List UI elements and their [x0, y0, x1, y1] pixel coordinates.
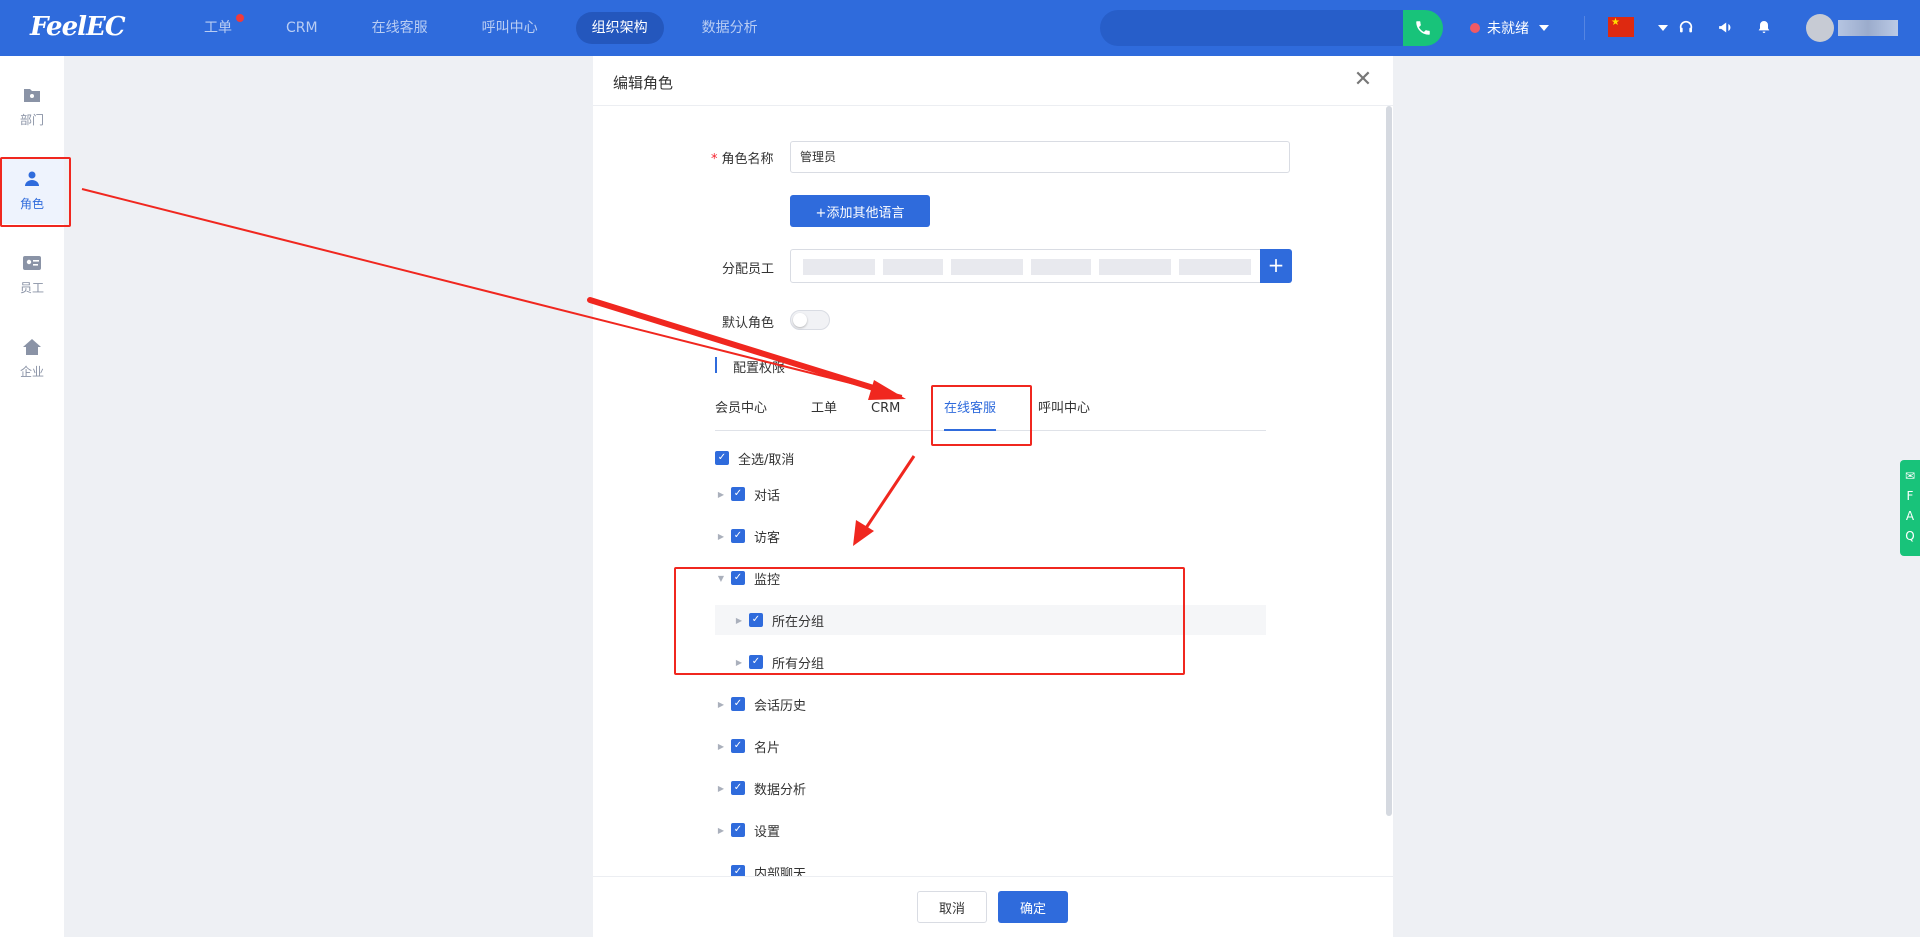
- checkbox-checked[interactable]: ✓: [731, 529, 745, 543]
- caret-right-icon[interactable]: ▶: [715, 784, 727, 793]
- annotation-box-online-tab: [931, 385, 1032, 446]
- staff-chip-blurred: [1099, 259, 1171, 275]
- assign-staff-label: 分配员工: [722, 262, 775, 277]
- notification-dot: [236, 14, 244, 22]
- caret-right-icon[interactable]: ▶: [715, 700, 727, 709]
- default-role-toggle[interactable]: [790, 310, 830, 330]
- phone-icon: [1416, 21, 1430, 35]
- tab-crm[interactable]: CRM: [871, 396, 900, 431]
- nav-item-crm[interactable]: CRM: [270, 12, 334, 44]
- tree-row[interactable]: ▶ ✓ 访客: [715, 521, 1266, 551]
- default-role-label: 默认角色: [722, 316, 775, 331]
- staff-chip-blurred: [1179, 259, 1251, 275]
- tab-call-center[interactable]: 呼叫中心: [1038, 396, 1090, 431]
- tree-row[interactable]: ▶ ✓ 对话: [715, 479, 1266, 509]
- scrollbar[interactable]: [1386, 106, 1392, 816]
- tree-row[interactable]: ▶ ✓ 名片: [715, 731, 1266, 761]
- nav-item-ticket[interactable]: 工单: [188, 12, 248, 44]
- tab-ticket[interactable]: 工单: [811, 396, 837, 431]
- chat-icon: ✉: [1904, 469, 1916, 483]
- close-icon[interactable]: ✕: [1349, 66, 1377, 94]
- role-name-input[interactable]: 管理员: [790, 141, 1290, 173]
- chevron-down-icon: [1539, 25, 1549, 31]
- section-bar: [715, 357, 717, 373]
- cancel-button[interactable]: 取消: [917, 891, 987, 923]
- modal-footer: 取消 确定: [593, 876, 1393, 937]
- sidebar-item-staff[interactable]: 员工: [0, 242, 64, 308]
- nav-item-online-service[interactable]: 在线客服: [356, 12, 444, 44]
- assigned-staff-field[interactable]: [790, 249, 1261, 283]
- caret-right-icon[interactable]: ▶: [715, 826, 727, 835]
- bell-icon[interactable]: [1753, 16, 1775, 38]
- annotation-box-monitor: [674, 567, 1185, 675]
- nav-item-call-center[interactable]: 呼叫中心: [466, 12, 554, 44]
- nav-item-organization[interactable]: 组织架构: [575, 12, 664, 44]
- status-dot: [1470, 23, 1480, 33]
- megaphone-icon[interactable]: [1714, 16, 1736, 38]
- faq-float-button[interactable]: ✉ F A Q: [1900, 460, 1920, 556]
- config-permission-label: 配置权限: [733, 361, 786, 376]
- id-card-icon: [23, 255, 41, 271]
- confirm-button[interactable]: 确定: [998, 891, 1068, 923]
- checkbox-checked[interactable]: ✓: [731, 823, 745, 837]
- folder-icon: [23, 87, 41, 103]
- headset-icon[interactable]: [1675, 16, 1697, 38]
- tab-member-center[interactable]: 会员中心: [715, 396, 767, 431]
- home-icon: [23, 338, 41, 355]
- divider: [1584, 16, 1585, 40]
- staff-chip-blurred: [803, 259, 875, 275]
- tree-row[interactable]: ▶ ✓ 会话历史: [715, 689, 1266, 719]
- toggle-knob: [793, 313, 807, 327]
- staff-chip-blurred: [883, 259, 943, 275]
- agent-status-dropdown[interactable]: 未就绪: [1470, 18, 1549, 38]
- status-label: 未就绪: [1487, 21, 1529, 37]
- checkbox-checked[interactable]: ✓: [731, 697, 745, 711]
- top-navigation-bar: FeelEC 工单 CRM 在线客服 呼叫中心 组织架构 数据分析 未就绪 ★: [0, 0, 1920, 56]
- checkbox-checked[interactable]: ✓: [715, 451, 729, 465]
- caret-right-icon[interactable]: ▶: [715, 532, 727, 541]
- checkbox-checked[interactable]: ✓: [731, 739, 745, 753]
- nav-item-data-analysis[interactable]: 数据分析: [686, 12, 774, 44]
- sidebar-item-department[interactable]: 部门: [0, 74, 64, 140]
- caret-right-icon[interactable]: ▶: [715, 490, 727, 499]
- caret-right-icon[interactable]: ▶: [715, 742, 727, 751]
- checkbox-checked[interactable]: ✓: [731, 487, 745, 501]
- feelec-logo[interactable]: FeelEC: [30, 12, 126, 42]
- user-name-blurred[interactable]: [1838, 20, 1898, 36]
- tree-row[interactable]: ▶ ✓ 数据分析: [715, 773, 1266, 803]
- tree-row[interactable]: ▶ ✓ 设置: [715, 815, 1266, 845]
- phone-button[interactable]: [1403, 10, 1443, 46]
- avatar[interactable]: [1806, 14, 1834, 42]
- annotation-box-role: [0, 157, 71, 227]
- staff-chip-blurred: [951, 259, 1023, 275]
- staff-chip-blurred: [1031, 259, 1091, 275]
- chevron-down-icon[interactable]: [1658, 25, 1668, 31]
- modal-header: 编辑角色 ✕: [593, 56, 1393, 106]
- main-nav: 工单 CRM 在线客服 呼叫中心 组织架构 数据分析: [188, 12, 796, 44]
- modal-title: 编辑角色: [613, 74, 674, 92]
- add-staff-button[interactable]: +: [1260, 249, 1292, 283]
- china-flag-icon[interactable]: ★: [1608, 17, 1634, 37]
- edit-role-modal: 编辑角色 ✕ * 角色名称 管理员 +添加其他语言 分配员工 + 默认角色 配置权…: [593, 56, 1393, 937]
- select-all-row[interactable]: ✓ 全选/取消: [715, 443, 794, 473]
- dial-input[interactable]: [1100, 10, 1404, 46]
- role-name-label: * 角色名称: [711, 152, 774, 167]
- checkbox-checked[interactable]: ✓: [731, 781, 745, 795]
- sidebar-item-enterprise[interactable]: 企业: [0, 326, 64, 392]
- add-language-button[interactable]: +添加其他语言: [790, 195, 930, 227]
